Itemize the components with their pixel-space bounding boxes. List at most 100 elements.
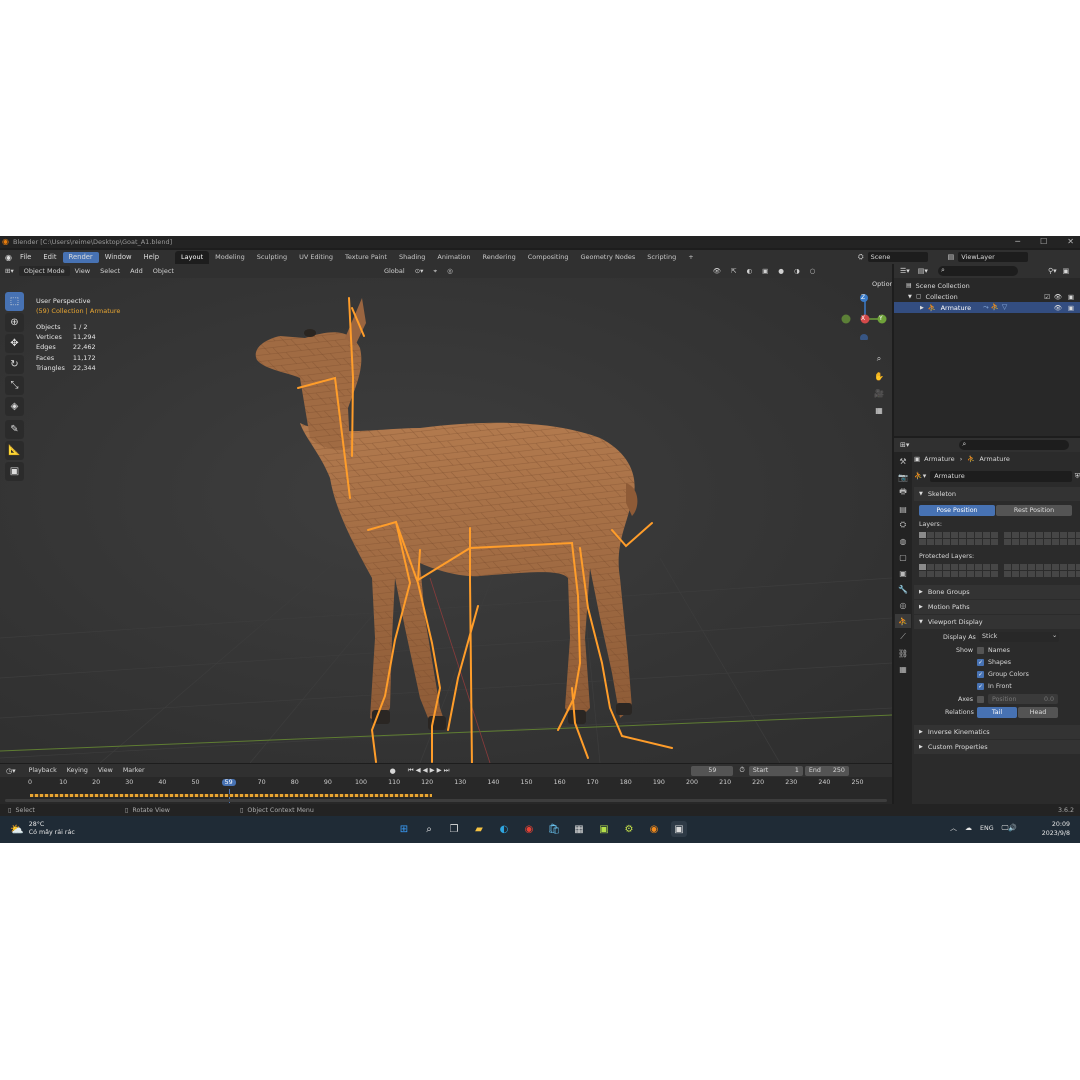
stopwatch-icon[interactable]: ⏱ bbox=[739, 766, 744, 775]
clock-icon[interactable]: ◷▾ bbox=[6, 767, 16, 775]
expand-arrow-icon[interactable]: ▼ bbox=[919, 491, 923, 497]
object-tab-icon[interactable]: ▣ bbox=[895, 566, 911, 580]
outliner-search-icon[interactable]: ⌕ bbox=[937, 266, 1018, 276]
add-cube-tool-icon[interactable]: ▣ bbox=[5, 462, 24, 481]
playback-controls-icon[interactable]: ⏮◀◀▶▶⏭ bbox=[408, 766, 452, 775]
overlay-toggle-icon[interactable]: ◐ bbox=[741, 267, 757, 275]
transform-tool-icon[interactable]: ◈ bbox=[5, 397, 24, 416]
scene-tab-icon[interactable]: ⛭ bbox=[895, 518, 911, 532]
pivot-icon[interactable]: ⊙▾ bbox=[410, 267, 429, 275]
shading-material-icon[interactable]: ◑ bbox=[789, 267, 805, 275]
panel-viewport-display[interactable]: ▼ Viewport Display bbox=[914, 615, 1080, 629]
gizmo-toggle-icon[interactable]: ⇱ bbox=[726, 267, 741, 275]
pose-position-button[interactable]: Pose Position bbox=[919, 505, 995, 516]
tail-button[interactable]: Tail bbox=[977, 707, 1017, 718]
language-indicator[interactable]: ENG bbox=[980, 825, 994, 832]
menu-help[interactable]: Help bbox=[138, 250, 166, 264]
filter-icon[interactable]: ⚲▾ bbox=[1048, 267, 1057, 275]
menu-marker[interactable]: Marker bbox=[118, 767, 150, 774]
expand-arrow-icon[interactable]: ▼ bbox=[908, 294, 912, 300]
layers-grid[interactable] bbox=[914, 530, 1080, 547]
navigation-gizmo[interactable]: X Y Z bbox=[840, 290, 890, 342]
expand-arrow-icon[interactable]: ▼ bbox=[919, 619, 923, 625]
menu-file[interactable]: File bbox=[14, 250, 37, 264]
edge-browser-icon[interactable]: ◐ bbox=[496, 821, 512, 837]
axes-checkbox[interactable] bbox=[977, 696, 984, 703]
tab-sculpting[interactable]: Sculpting bbox=[251, 251, 293, 264]
panel-motion-paths[interactable]: ▶ Motion Paths bbox=[914, 600, 1080, 614]
outliner-row-scene-collection[interactable]: ▤ Scene Collection bbox=[894, 280, 1080, 291]
menu-view[interactable]: View bbox=[70, 267, 95, 275]
in-front-checkbox[interactable]: ✓ In Front bbox=[977, 683, 1012, 690]
blender-window-taskbar-icon[interactable]: ▣ bbox=[671, 821, 687, 837]
checkbox-icon[interactable]: ☑ bbox=[1044, 293, 1050, 301]
current-frame-field[interactable]: 59 bbox=[691, 765, 734, 776]
rotate-tool-icon[interactable]: ↻ bbox=[5, 355, 24, 374]
playhead[interactable]: 59 bbox=[221, 779, 236, 786]
render-tab-icon[interactable]: 📷 bbox=[895, 470, 911, 484]
eye-icon[interactable]: 👁 bbox=[1054, 304, 1062, 312]
file-explorer-icon[interactable]: ▰ bbox=[471, 821, 487, 837]
tab-modeling[interactable]: Modeling bbox=[209, 251, 251, 264]
maximize-icon[interactable]: ☐ bbox=[1040, 237, 1047, 246]
constraint-tab-icon[interactable]: ⛓ bbox=[895, 646, 911, 660]
end-frame-field[interactable]: End 250 bbox=[804, 765, 849, 776]
blender-taskbar-icon[interactable]: ◉ bbox=[646, 821, 662, 837]
panel-inverse-kinematics[interactable]: ▶ Inverse Kinematics bbox=[914, 725, 1080, 739]
add-workspace-button[interactable]: + bbox=[682, 251, 699, 264]
armature-data-tab-icon[interactable]: ⛹ bbox=[895, 614, 911, 628]
texture-tab-icon[interactable]: ▦ bbox=[895, 662, 911, 676]
menu-select[interactable]: Select bbox=[95, 267, 125, 275]
timeline-scrollbar[interactable] bbox=[5, 799, 887, 802]
physics-tab-icon[interactable]: ◎ bbox=[895, 598, 911, 612]
bone-tab-icon[interactable]: ⟋ bbox=[895, 630, 911, 644]
rest-position-button[interactable]: Rest Position bbox=[996, 505, 1072, 516]
menu-playback[interactable]: Playback bbox=[24, 767, 62, 774]
outliner-row-armature[interactable]: ▶ ⛹ Armature ⤳ ⛹ ▽ 👁 ▣ bbox=[894, 302, 1080, 313]
menu-keying[interactable]: Keying bbox=[62, 767, 93, 774]
camera-icon[interactable]: 🎥 bbox=[872, 386, 886, 400]
start-frame-field[interactable]: Start 1 bbox=[748, 765, 803, 776]
eye-icon[interactable]: 👁 bbox=[1054, 293, 1062, 301]
app-icon[interactable]: ▦ bbox=[571, 821, 587, 837]
properties-search-icon[interactable]: ⌕ bbox=[959, 440, 1070, 450]
snap-icon[interactable]: ⌖ bbox=[428, 267, 442, 276]
3d-viewport[interactable]: ⬚ ⊕ ✥ ↻ ⤡ ◈ ✎ 📐 ▣ User Perspective (59) … bbox=[0, 278, 892, 763]
close-icon[interactable]: ✕ bbox=[1067, 237, 1074, 246]
output-tab-icon[interactable]: 🖶 bbox=[895, 486, 911, 500]
chrome-icon[interactable]: ◉ bbox=[521, 821, 537, 837]
select-box-tool-icon[interactable]: ⬚ bbox=[5, 292, 24, 311]
blender-menu-icon[interactable]: ◉ bbox=[5, 253, 12, 262]
measure-tool-icon[interactable]: 📐 bbox=[5, 441, 24, 460]
panel-bone-groups[interactable]: ▶ Bone Groups bbox=[914, 585, 1080, 599]
collapse-arrow-icon[interactable]: ▶ bbox=[919, 744, 923, 750]
menu-render[interactable]: Render bbox=[62, 251, 99, 263]
tab-layout[interactable]: Layout bbox=[175, 250, 210, 264]
view-layer-selector[interactable]: ViewLayer bbox=[958, 252, 1029, 262]
display-mode-icon[interactable]: ▤▾ bbox=[918, 267, 928, 275]
modifier-tab-icon[interactable]: 🔧 bbox=[895, 582, 911, 596]
network-volume-icon[interactable]: 🖵🔊 bbox=[1002, 824, 1017, 833]
scale-tool-icon[interactable]: ⤡ bbox=[5, 376, 24, 395]
menu-view[interactable]: View bbox=[93, 767, 118, 774]
transform-orientation[interactable]: Global bbox=[379, 267, 410, 275]
names-checkbox[interactable]: Names bbox=[977, 647, 1010, 654]
pan-hand-icon[interactable]: ✋ bbox=[872, 369, 886, 383]
tab-geometry-nodes[interactable]: Geometry Nodes bbox=[574, 251, 641, 264]
world-tab-icon[interactable]: ◍ bbox=[895, 534, 911, 548]
panel-skeleton[interactable]: ▼ Skeleton bbox=[914, 487, 1080, 501]
clock[interactable]: 20:09 2023/9/8 bbox=[1040, 821, 1070, 838]
tab-shading[interactable]: Shading bbox=[393, 251, 431, 264]
ortho-grid-icon[interactable]: ▦ bbox=[872, 403, 886, 417]
mode-selector[interactable]: Object Mode bbox=[18, 266, 70, 276]
collapse-arrow-icon[interactable]: ▶ bbox=[919, 729, 923, 735]
shading-solid-icon[interactable]: ● bbox=[773, 267, 789, 275]
visibility-icon[interactable]: 👁 bbox=[708, 267, 726, 275]
position-field[interactable]: Position 0.0 bbox=[988, 694, 1058, 704]
new-collection-icon[interactable]: ▣ bbox=[1063, 267, 1070, 275]
display-as-dropdown[interactable]: Stick bbox=[979, 632, 1059, 642]
data-block-name-field[interactable]: Armature bbox=[930, 470, 1072, 482]
record-icon[interactable]: ● bbox=[390, 767, 396, 775]
zoom-icon[interactable]: ⌕ bbox=[872, 352, 886, 366]
cursor-tool-icon[interactable]: ⊕ bbox=[5, 313, 24, 332]
